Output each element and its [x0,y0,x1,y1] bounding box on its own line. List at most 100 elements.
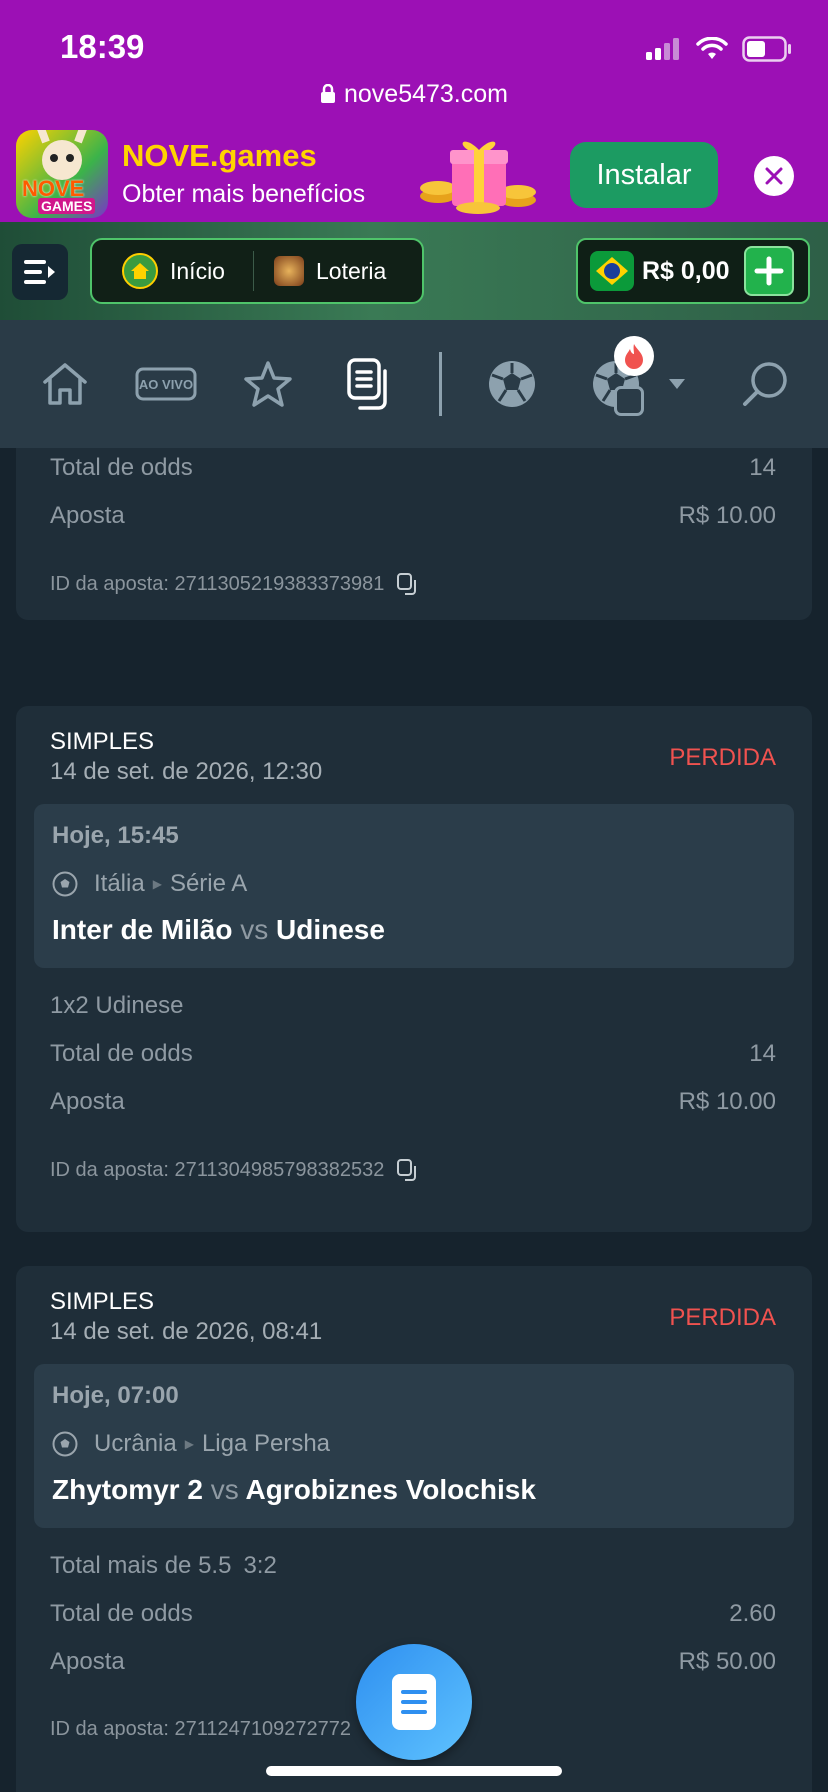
home-indicator [266,1766,562,1776]
event-league: Itália ▶ Série A [52,870,247,898]
gift-coins-icon [420,141,536,214]
away-team: Agrobiznes Volochisk [245,1474,536,1505]
bet-date: 14 de set. de 2026, 08:41 [50,1318,323,1345]
soccer-ball-icon [52,871,78,897]
event-box[interactable]: Hoje, 15:45 Itália ▶ Série A Inter de Mi… [34,804,794,968]
total-odds-label: Total de odds [50,1600,193,1627]
tab-bet-history[interactable] [338,320,402,448]
bet-type: SIMPLES [50,1288,155,1315]
system-icons [646,36,792,62]
stake-value: R$ 10.00 [678,502,776,529]
event-time: Hoje, 07:00 [52,1382,179,1409]
total-odds-label: Total de odds [50,1040,193,1067]
event-teams: Zhytomyr 2 vs Agrobiznes Volochisk [52,1474,536,1506]
market-name: Total mais de 5.5 [50,1552,232,1579]
event-box[interactable]: Hoje, 07:00 Ucrânia ▶ Liga Persha Zhytom… [34,1364,794,1528]
stake-value: R$ 10.00 [678,1088,776,1115]
sports-dropdown-toggle[interactable] [662,320,692,448]
fire-icon [614,336,654,376]
bet-market: Total mais de 5.5 3:2 [50,1552,277,1580]
nav-lottery[interactable]: Loteria [273,256,387,286]
deposit-button[interactable] [744,246,794,296]
close-banner-button[interactable] [754,156,794,196]
bet-id-text: ID da aposta: 2711247109272772 [50,1718,352,1740]
home-team: Zhytomyr 2 [52,1474,203,1505]
lock-icon [320,84,335,103]
balance-amount: R$ 0,00 [642,256,730,285]
plus-icon [754,256,784,286]
status-badge: PERDIDA [669,1304,776,1331]
bet-market: 1x2 Udinese [50,992,184,1019]
tab-home[interactable] [30,320,100,448]
bet-slip-button[interactable] [356,1644,472,1760]
total-odds-value: 14 [749,1040,776,1067]
bet-id: ID da aposta: 2711305219383373981 [50,572,420,596]
caret-down-icon [669,379,685,389]
bet-id-text: ID da aposta: 2711305219383373981 [50,572,385,595]
sports-tab-bar: AO VIVO [0,320,828,448]
signal-icon [646,38,679,60]
lottery-icon [273,256,304,286]
soccer-ball-icon [489,361,535,407]
away-team: Udinese [276,914,385,945]
stake-label: Aposta [50,502,125,529]
balance-widget[interactable]: R$ 0,00 [576,238,810,304]
banner-subtitle: Obter mais benefícios [122,180,366,208]
event-competition: Liga Persha [201,1430,331,1457]
live-icon: AO VIVO [135,367,197,401]
chevron-right-icon: ▶ [184,1437,194,1451]
stake-value: R$ 50.00 [678,1648,776,1675]
bet-card: Total de odds 14 Aposta R$ 10.00 ID da a… [16,448,812,620]
home-team: Inter de Milão [52,914,233,945]
bet-id-text: ID da aposta: 2711304985798382532 [50,1158,385,1181]
svg-text:AO VIVO: AO VIVO [139,377,193,392]
home-icon [43,363,87,405]
bet-id: ID da aposta: 2711247109272772 [50,1718,351,1741]
event-country: Ucrânia [94,1430,177,1457]
app-logo: NOVE GAMES [16,130,108,218]
soccer-ball-icon [52,1431,78,1457]
tab-search[interactable] [730,320,800,448]
close-icon [765,167,783,185]
nav-home-label: Início [170,257,225,284]
tab-live[interactable]: AO VIVO [132,320,200,448]
market-score: 3:2 [243,1552,277,1579]
bet-date: 14 de set. de 2026, 12:30 [50,758,323,785]
main-nav-pill: Início Loteria [90,238,424,304]
tab-favorites[interactable] [236,320,300,448]
event-competition: Série A [169,870,248,897]
wifi-icon [696,37,728,59]
stake-label: Aposta [50,1648,125,1675]
bet-card: SIMPLES 14 de set. de 2026, 12:30 PERDID… [16,706,812,1232]
vs-label: vs [240,914,269,945]
nav-home[interactable]: Início [122,253,225,289]
install-banner: NOVE GAMES NOVE.games Obter mais benefíc… [0,126,828,222]
nav-lottery-label: Loteria [315,257,387,284]
vs-label: vs [210,1474,239,1505]
search-icon [743,362,787,406]
install-button[interactable]: Instalar [570,142,718,208]
tab-soccer[interactable] [480,320,544,448]
event-country: Itália [94,870,145,897]
total-odds-value: 14 [749,454,776,481]
event-league: Ucrânia ▶ Liga Persha [52,1430,330,1458]
menu-button[interactable] [12,244,68,300]
copy-icon[interactable] [396,572,420,596]
bet-id: ID da aposta: 2711304985798382532 [50,1158,420,1182]
url-text: nove5473.com [343,80,508,108]
chevron-right-icon: ▶ [152,877,162,891]
status-badge: PERDIDA [669,744,776,771]
battery-icon [742,36,791,62]
address-bar[interactable]: nove5473.com [0,80,828,109]
brazil-flag-icon [590,251,634,291]
bet-type: SIMPLES [50,728,155,755]
copy-icon[interactable] [396,1158,420,1182]
nav-divider [252,251,254,291]
robot-icon [614,386,644,416]
event-time: Hoje, 15:45 [52,822,179,849]
bet-history-list: Total de odds 14 Aposta R$ 10.00 ID da a… [0,448,828,1792]
menu-icon [24,260,55,284]
documents-icon [347,358,387,410]
banner-title: NOVE.games [122,138,317,173]
total-odds-value: 2.60 [729,1600,776,1627]
